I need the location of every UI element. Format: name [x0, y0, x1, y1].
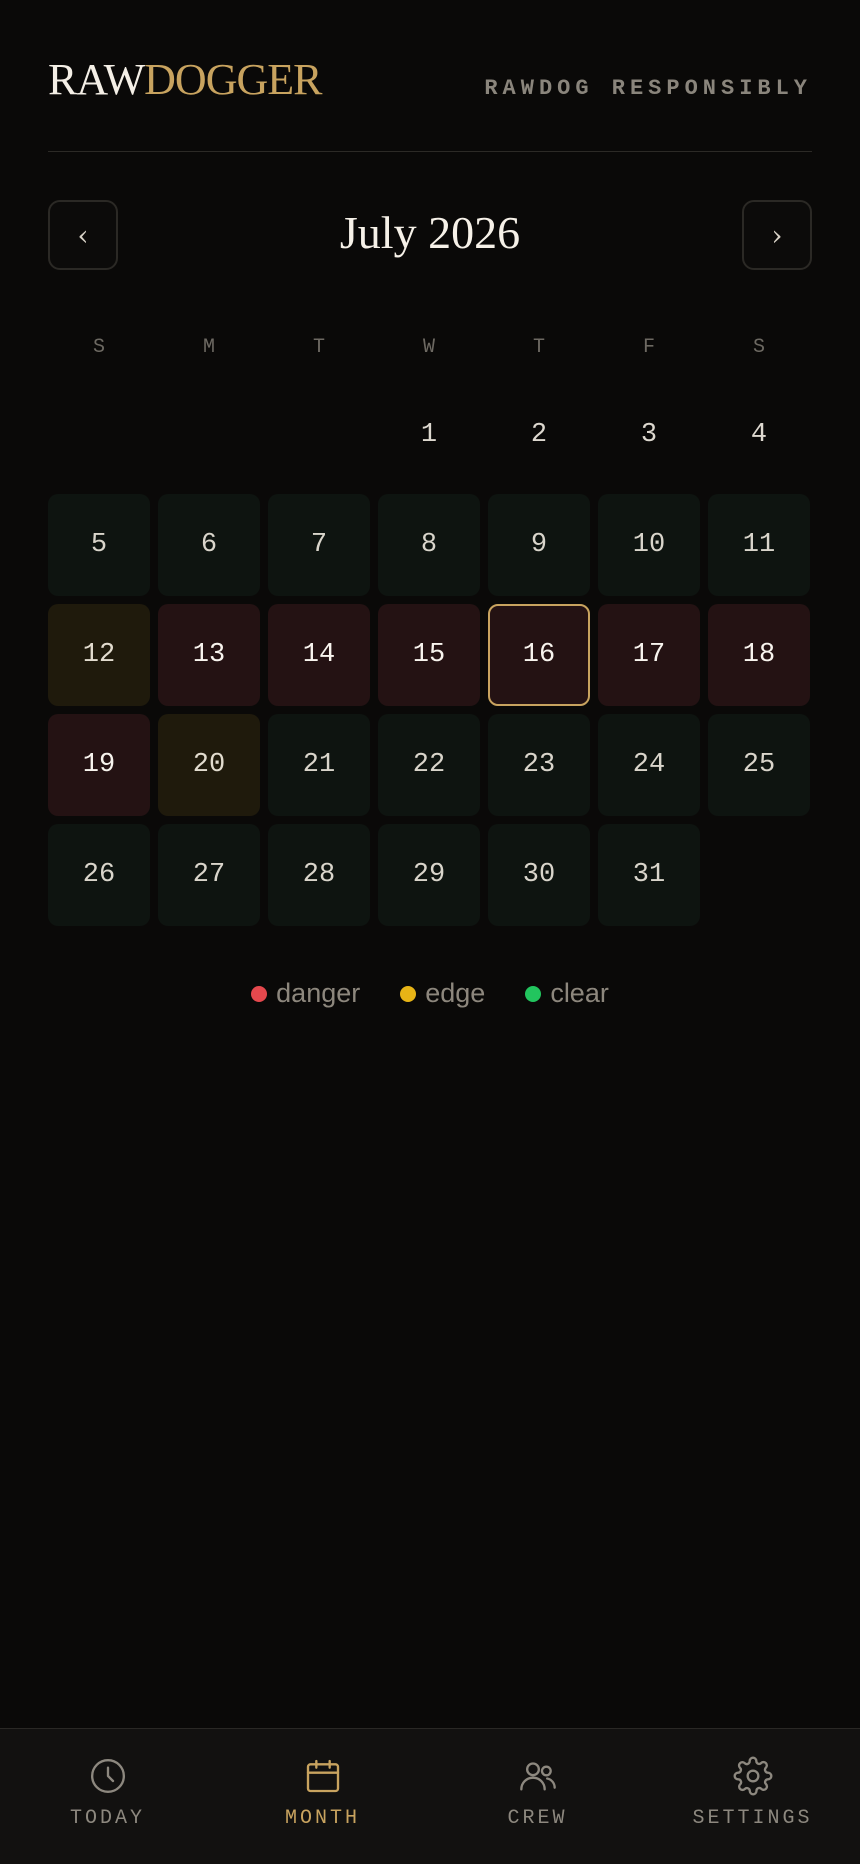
weekday-header: SMTWTFS	[48, 336, 812, 359]
app-header: RAWDOGGER RAWDOG RESPONSIBLY	[48, 0, 812, 152]
app-logo: RAWDOGGER	[48, 55, 322, 104]
calendar-grid: 1 2 3 4 5 6 7 8 9 10 11 12 13 14 15 16 17 18 19 20 21 22 23 24 2…	[48, 384, 812, 926]
gear-icon	[733, 1756, 773, 1796]
day-cell[interactable]: 8	[378, 494, 480, 596]
weekday-label: T	[312, 336, 325, 359]
tab-label: CREW	[507, 1807, 568, 1830]
tab-today[interactable]: TODAY	[0, 1729, 215, 1864]
day-cell[interactable]: 9	[488, 494, 590, 596]
clock-icon	[88, 1756, 128, 1796]
day-cell[interactable]: 11	[708, 494, 810, 596]
day-cell[interactable]: 15	[378, 604, 480, 706]
logo-part-raw: RAW	[48, 55, 145, 104]
day-cell[interactable]: 29	[378, 824, 480, 926]
tab-label: SETTINGS	[692, 1807, 813, 1830]
weekday-label: S	[752, 336, 765, 359]
day-cell[interactable]: 17	[598, 604, 700, 706]
logo-part-dogger: DOGGER	[144, 55, 322, 104]
next-month-button[interactable]: ›	[742, 200, 812, 270]
day-cell[interactable]: 12	[48, 604, 150, 706]
weekday-label: F	[642, 336, 655, 359]
legend-label: edge	[425, 978, 486, 1008]
day-cell-today[interactable]: 16	[488, 604, 590, 706]
month-title: July 2026	[339, 207, 521, 258]
legend-label: clear	[550, 978, 609, 1008]
day-cell[interactable]: 31	[598, 824, 700, 926]
day-cell[interactable]: 23	[488, 714, 590, 816]
bottom-tab-bar: TODAY MONTH CREW SETTINGS	[0, 1728, 860, 1864]
day-cell[interactable]: 19	[48, 714, 150, 816]
weekday-label: S	[92, 336, 105, 359]
day-cell[interactable]: 13	[158, 604, 260, 706]
day-cell[interactable]: 24	[598, 714, 700, 816]
day-cell[interactable]: 25	[708, 714, 810, 816]
day-cell[interactable]: 26	[48, 824, 150, 926]
legend-dot-edge	[400, 985, 417, 1002]
day-cell[interactable]: 18	[708, 604, 810, 706]
tab-label: MONTH	[284, 1807, 360, 1830]
day-cell[interactable]: 2	[488, 384, 590, 486]
day-cell[interactable]: 14	[268, 604, 370, 706]
day-cell[interactable]: 10	[598, 494, 700, 596]
day-cell[interactable]: 21	[268, 714, 370, 816]
day-cell[interactable]: 3	[598, 384, 700, 486]
legend-item-edge: edge	[400, 978, 485, 1009]
weekday-label: T	[532, 336, 545, 359]
legend-dot-clear	[525, 985, 542, 1002]
tab-crew[interactable]: CREW	[430, 1729, 645, 1864]
day-cell[interactable]: 28	[268, 824, 370, 926]
legend-dot-danger	[251, 985, 268, 1002]
day-cell[interactable]: 22	[378, 714, 480, 816]
legend-item-danger: danger	[251, 978, 360, 1009]
users-icon	[518, 1756, 558, 1796]
legend-item-clear: clear	[525, 978, 609, 1009]
status-legend: danger edge clear	[0, 978, 860, 1009]
day-cell[interactable]: 27	[158, 824, 260, 926]
tab-month[interactable]: MONTH	[215, 1729, 430, 1864]
tab-settings[interactable]: SETTINGS	[645, 1729, 860, 1864]
day-cell[interactable]: 4	[708, 384, 810, 486]
day-cell[interactable]: 30	[488, 824, 590, 926]
empty-day-cell	[268, 384, 370, 486]
day-cell[interactable]: 6	[158, 494, 260, 596]
legend-label: danger	[276, 978, 361, 1008]
weekday-label: W	[422, 336, 435, 359]
empty-day-cell	[48, 384, 150, 486]
weekday-label: M	[202, 336, 215, 359]
day-cell[interactable]: 1	[378, 384, 480, 486]
day-cell[interactable]: 7	[268, 494, 370, 596]
empty-day-cell	[158, 384, 260, 486]
day-cell[interactable]: 5	[48, 494, 150, 596]
day-cell[interactable]: 20	[158, 714, 260, 816]
calendar-icon	[303, 1756, 343, 1796]
tab-label: TODAY	[69, 1807, 145, 1830]
tagline: RAWDOG RESPONSIBLY	[484, 76, 812, 101]
